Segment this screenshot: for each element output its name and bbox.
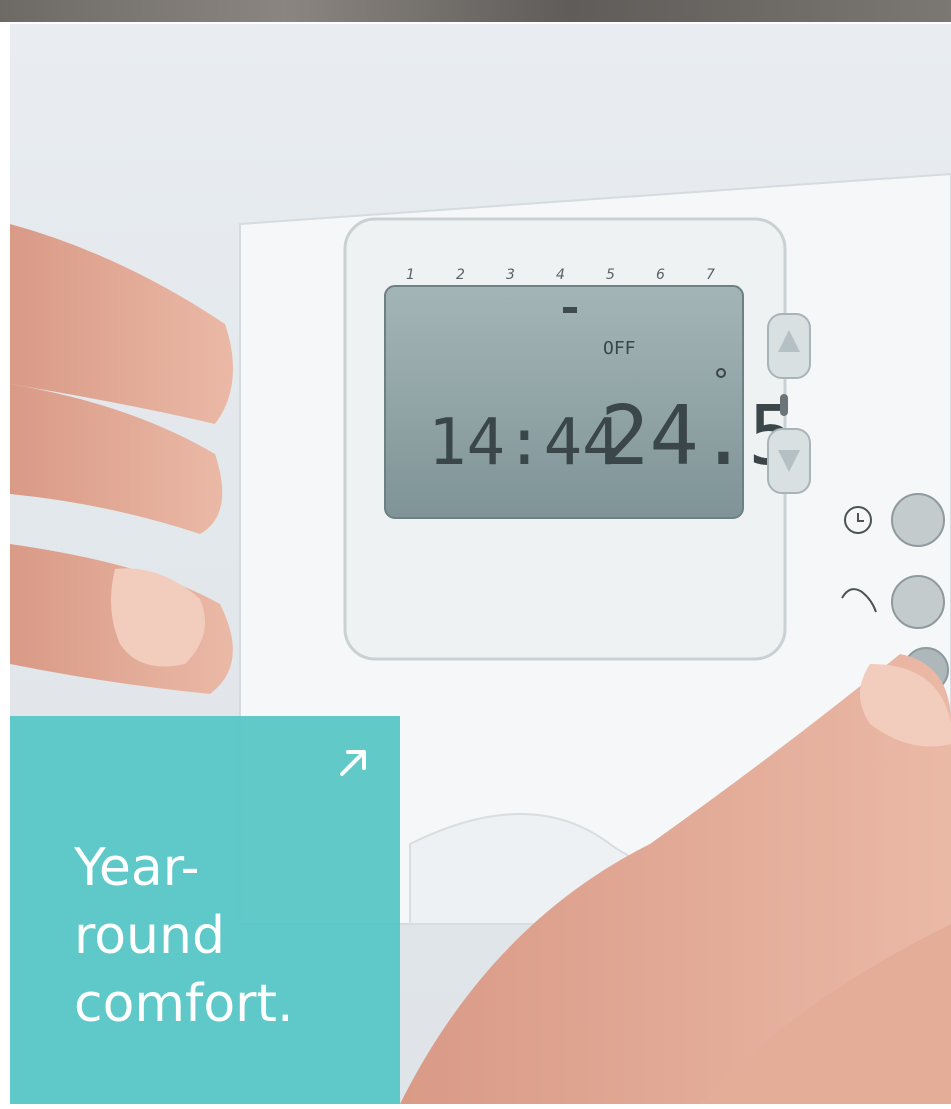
day-marker-icon xyxy=(563,307,577,313)
headline-line: round xyxy=(74,906,225,966)
top-image-strip xyxy=(0,0,951,22)
headline-line: Year- xyxy=(74,838,200,898)
comfort-card[interactable]: 1 2 3 4 5 6 7 OFF 14:44 24.5 Year- round… xyxy=(10,24,951,1104)
headline-line: comfort. xyxy=(74,974,294,1034)
day-number: 1 xyxy=(406,267,415,283)
thermometer-icon xyxy=(780,394,788,416)
clock-button xyxy=(891,493,945,547)
day-number: 3 xyxy=(506,267,515,283)
lcd-time: 14:44 xyxy=(428,406,621,480)
headline-panel: Year- round comfort. xyxy=(10,716,400,1104)
arrow-up-right-icon[interactable] xyxy=(336,746,370,780)
day-number: 4 xyxy=(556,267,565,283)
day-number: 5 xyxy=(606,267,615,283)
manual-button xyxy=(891,575,945,629)
day-number: 7 xyxy=(706,267,715,283)
day-number: 6 xyxy=(656,267,665,283)
day-number: 2 xyxy=(456,267,465,283)
lcd-status: OFF xyxy=(603,338,636,359)
card-headline: Year- round comfort. xyxy=(74,834,293,1038)
